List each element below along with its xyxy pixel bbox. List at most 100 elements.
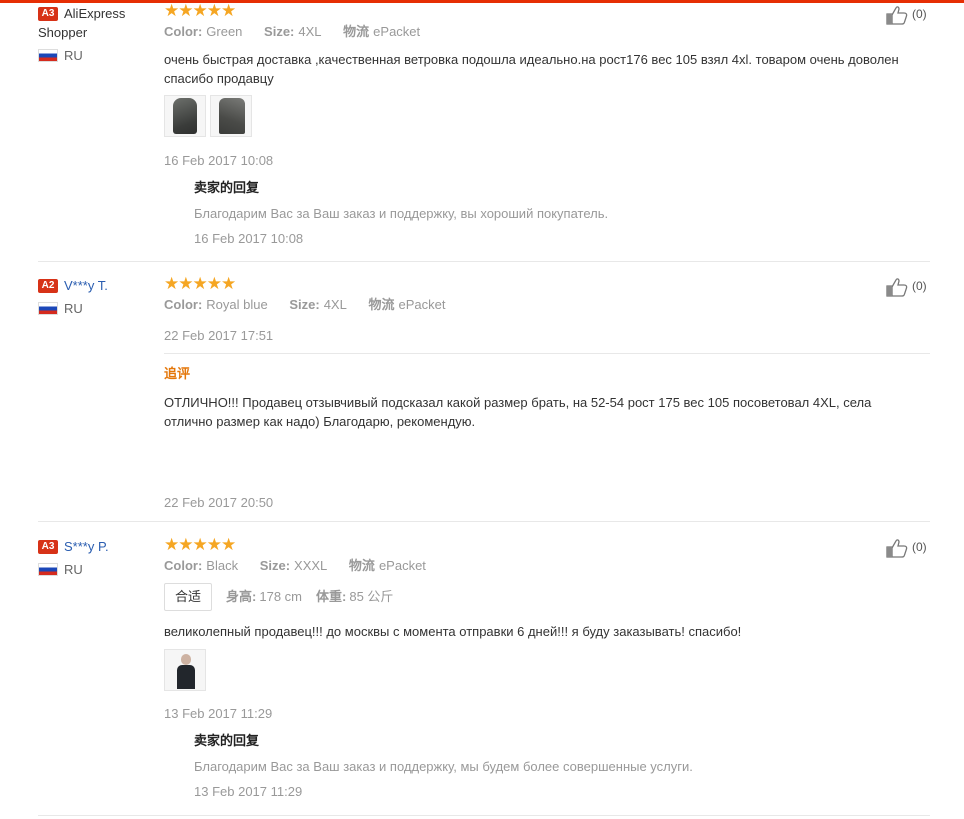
- reviewer-country: RU: [38, 562, 158, 578]
- star-icon: ★: [192, 1, 208, 20]
- fit-info: 合适 身高: 178 cm 体重: 85 公斤: [164, 583, 764, 611]
- measure-value: 85 公斤: [349, 589, 394, 604]
- review-photo[interactable]: [164, 649, 206, 691]
- order-attributes: Color: Royal blue Size: 4XL 物流 ePacket: [164, 296, 930, 314]
- thumbs-up-icon: [886, 539, 908, 558]
- helpful-count: (0): [912, 279, 927, 293]
- star-icon: ★: [206, 535, 222, 554]
- seller-reply: 卖家的回复 Благодарим Вас за Ваш заказ и подд…: [194, 732, 894, 800]
- order-attributes: Color: Green Size: 4XL 物流 ePacket: [164, 23, 930, 41]
- star-icon: ★: [221, 274, 236, 293]
- country-code: RU: [64, 48, 83, 63]
- review-body: ★★★★★ Color: Black Size: XXXL 物流 ePacket 合适…: [164, 536, 930, 799]
- review-divider: [38, 815, 930, 816]
- attr-value: 4XL: [323, 297, 347, 312]
- reviewer-name[interactable]: V***y T.: [64, 278, 108, 293]
- review-item: A2 V***y T. RU ★★★★★ Color: Royal blue Siz…: [38, 262, 930, 520]
- review-item: A3 AliExpress Shopper RU ★★★★★ Color: Gree…: [38, 0, 930, 260]
- review-date: 16 Feb 2017 10:08: [164, 153, 274, 168]
- attr-key: 物流: [368, 297, 395, 312]
- review-body: ★★★★★ Color: Green Size: 4XL 物流 ePacket оче…: [164, 2, 930, 246]
- star-rating: ★★★★★: [164, 2, 930, 20]
- seller-reply-text: Благодарим Вас за Ваш заказ и поддержку,…: [194, 759, 693, 774]
- attr-value: ePacket: [373, 24, 421, 39]
- reviewer-info: A2 V***y T. RU: [38, 276, 158, 317]
- country-code: RU: [64, 562, 83, 577]
- reviewer-country: RU: [38, 301, 158, 317]
- person-photo: [177, 652, 195, 690]
- star-icon: ★: [192, 535, 208, 554]
- attr-key: Size:: [259, 558, 291, 573]
- reviewer-country: RU: [38, 48, 158, 64]
- helpful-count: (0): [912, 7, 927, 21]
- body-measurements: 身高: 178 cm 体重: 85 公斤: [226, 589, 407, 604]
- buyer-level-badge: A3: [38, 7, 58, 21]
- star-icon: ★: [192, 274, 208, 293]
- measure-value: 178 cm: [259, 589, 302, 604]
- star-rating: ★★★★★: [164, 275, 930, 293]
- additional-review-date: 22 Feb 2017 20:50: [164, 495, 274, 510]
- russia-flag-icon: [38, 302, 58, 315]
- additional-review-divider: [164, 353, 930, 354]
- attr-key: Size:: [264, 24, 295, 39]
- star-icon: ★: [178, 274, 193, 293]
- seller-reply-date: 13 Feb 2017 11:29: [194, 784, 303, 799]
- attr-key: Color:: [164, 297, 203, 312]
- star-icon: ★: [221, 535, 236, 554]
- russia-flag-icon: [38, 563, 58, 576]
- photo-head: [181, 654, 191, 665]
- review-photo[interactable]: [210, 95, 252, 137]
- seller-reply: 卖家的回复 Благодарим Вас за Ваш заказ и подд…: [194, 179, 894, 247]
- helpful-count: (0): [912, 540, 927, 554]
- russia-flag-icon: [38, 49, 58, 62]
- additional-review-text: ОТЛИЧНО!!! Продавец отзывчивый подсказал…: [164, 395, 872, 429]
- fit-tag: 合适: [164, 583, 213, 611]
- seller-reply-title: 卖家的回复: [194, 733, 260, 748]
- attr-value: Green: [206, 24, 243, 39]
- helpful-button[interactable]: (0): [886, 3, 930, 25]
- photo-torso: [177, 665, 195, 689]
- country-code: RU: [64, 301, 83, 316]
- helpful-button[interactable]: (0): [886, 275, 930, 297]
- review-item: A3 S***y P. RU ★★★★★ Color: Black Size: XXX…: [38, 522, 930, 812]
- seller-reply-title: 卖家的回复: [194, 180, 260, 195]
- additional-review-title: 追评: [164, 366, 191, 381]
- review-text: очень быстрая доставка ,качественная вет…: [164, 52, 899, 86]
- helpful-button[interactable]: (0): [886, 536, 930, 558]
- thumbs-up-icon: [886, 6, 908, 25]
- review-photos: [164, 649, 210, 691]
- star-icon: ★: [206, 1, 222, 20]
- reviewer-info: A3 AliExpress Shopper RU: [38, 4, 158, 64]
- attr-value: Royal blue: [206, 297, 268, 312]
- buyer-level-badge: A2: [38, 279, 58, 293]
- attr-key: Size:: [289, 297, 320, 312]
- star-icon: ★: [221, 1, 236, 20]
- attr-value: ePacket: [398, 297, 446, 312]
- review-text: великолепный продавец!!! до москвы с мом…: [164, 624, 742, 639]
- star-rating: ★★★★★: [164, 536, 930, 554]
- review-date: 22 Feb 2017 17:51: [164, 328, 274, 343]
- buyer-level-badge: A3: [38, 540, 58, 554]
- reviewer-name[interactable]: S***y P.: [64, 539, 109, 554]
- attr-key: Color:: [164, 558, 203, 573]
- review-photos: [164, 95, 256, 137]
- star-icon: ★: [178, 535, 193, 554]
- reviewer-info: A3 S***y P. RU: [38, 537, 158, 578]
- review-date: 13 Feb 2017 11:29: [164, 706, 273, 721]
- attr-value: XXXL: [294, 558, 328, 573]
- star-icon: ★: [178, 1, 193, 20]
- attr-value: ePacket: [378, 558, 426, 573]
- measure-key: 身高:: [226, 589, 257, 604]
- seller-reply-text: Благодарим Вас за Ваш заказ и поддержку,…: [194, 206, 609, 221]
- review-photo[interactable]: [164, 95, 206, 137]
- jacket-photo: [219, 98, 245, 134]
- attr-key: Color:: [164, 24, 203, 39]
- thumbs-up-icon: [886, 278, 908, 297]
- attr-value: 4XL: [298, 24, 322, 39]
- star-icon: ★: [206, 274, 222, 293]
- jacket-photo: [173, 98, 197, 134]
- attr-key: 物流: [343, 24, 370, 39]
- measure-key: 体重:: [316, 589, 347, 604]
- star-icon: ★: [164, 274, 179, 293]
- star-icon: ★: [164, 1, 179, 20]
